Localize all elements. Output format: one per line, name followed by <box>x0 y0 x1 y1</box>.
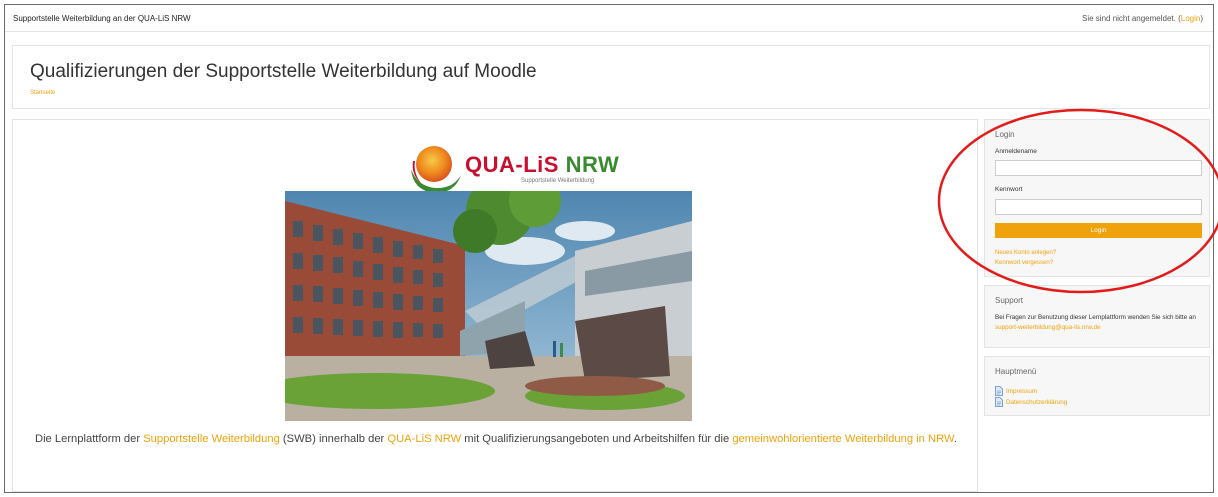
navbar-login-link[interactable]: Login <box>1181 14 1201 23</box>
document-icon <box>995 397 1003 407</box>
top-navbar: Supportstelle Weiterbildung an der QUA-L… <box>5 5 1213 32</box>
site-name-link[interactable]: Supportstelle Weiterbildung an der QUA-L… <box>13 14 191 23</box>
main-menu-title: Hauptmenü <box>995 367 1037 376</box>
menu-item-impressum[interactable]: Impressum <box>995 386 1037 396</box>
login-status: Sie sind nicht angemeldet. (Login) <box>1082 14 1203 23</box>
qualis-link[interactable]: QUA-LiS NRW <box>387 433 461 445</box>
logo-subtitle: Supportstelle Weiterbildung <box>521 178 595 184</box>
main-menu-block: Hauptmenü Impressum Datenschutzerklärung <box>984 356 1210 416</box>
logo-name-part1: QUA-LiS <box>465 152 566 177</box>
support-text: Bei Fragen zur Benutzung dieser Lernplat… <box>995 313 1205 333</box>
page-header: Qualifizierungen der Supportstelle Weite… <box>12 45 1210 109</box>
support-description: Bei Fragen zur Benutzung dieser Lernplat… <box>995 314 1196 321</box>
login-status-end: ) <box>1200 14 1203 23</box>
building-photo-image <box>285 191 692 421</box>
logo-name-part2: NRW <box>565 152 620 177</box>
login-status-text: Sie sind nicht angemeldet. ( <box>1082 14 1181 23</box>
weiterbildung-link[interactable]: gemeinwohlorientierte Weiterbildung in N… <box>732 433 954 445</box>
menu-item-label: Impressum <box>1006 387 1038 395</box>
intro-text-2: (SWB) innerhalb der <box>279 433 388 445</box>
logo-sun-icon <box>411 146 461 193</box>
intro-text: Die Lernplattform der Supportstelle Weit… <box>33 432 959 447</box>
intro-text-4: . <box>953 433 958 445</box>
qualis-logo: QUA-LiS NRW Supportstelle Weiterbildung <box>403 139 619 199</box>
logo-wordmark: QUA-LiS NRW <box>465 152 619 178</box>
annotation-circle <box>937 108 1218 294</box>
support-block-title: Support <box>995 296 1024 305</box>
menu-item-label: Datenschutzerklärung <box>1006 398 1068 406</box>
building-photo <box>285 191 692 421</box>
main-content: QUA-LiS NRW Supportstelle Weiterbildung <box>12 119 978 492</box>
swb-link[interactable]: Supportstelle Weiterbildung <box>143 433 280 445</box>
page-title: Qualifizierungen der Supportstelle Weite… <box>30 61 537 82</box>
intro-text-3: mit Qualifizierungsangeboten und Arbeits… <box>461 433 733 445</box>
menu-item-datenschutz[interactable]: Datenschutzerklärung <box>995 397 1067 407</box>
document-icon <box>995 386 1003 396</box>
breadcrumb-home[interactable]: Startseite <box>30 90 55 96</box>
intro-text-1: Die Lernplattform der <box>34 433 144 445</box>
support-email-link[interactable]: support-weiterbildung@qua-lis.nrw.de <box>995 324 1100 331</box>
